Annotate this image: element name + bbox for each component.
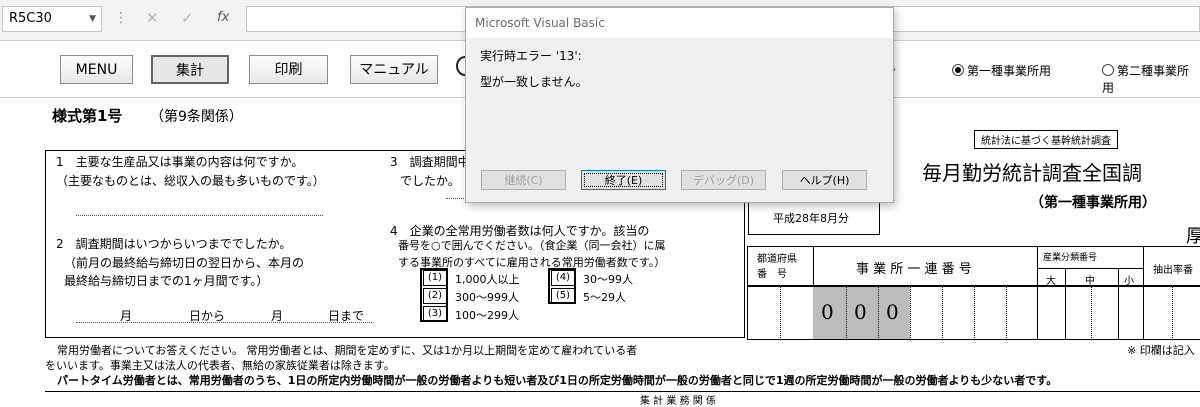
industry-large: 大 (1046, 276, 1056, 287)
form-subtitle: （第9条関係） (150, 109, 243, 125)
def-line3: パートタイム労働者とは、常用労働者のうち、1日の所定内労働時間が一般の労働者より… (57, 374, 1058, 387)
serial-digit[interactable]: 0 (854, 300, 867, 324)
right-partial-text: 厚 (1186, 226, 1200, 247)
extract-header: 抽出率番 (1153, 265, 1193, 276)
table-col-line (1143, 246, 1144, 340)
dialog-title: Microsoft Visual Basic (475, 16, 605, 30)
q4-option-num[interactable]: (4) (551, 270, 575, 286)
q4-option-label: 1,000人以上 (455, 273, 520, 286)
q1-answer-line[interactable] (76, 215, 323, 216)
main-title: 毎月勤労統計調査全国調 (922, 161, 1142, 185)
def-line2: をいいます。事業主又は法人の代表者、無給の家族従業者は除きます。 (45, 359, 395, 372)
q2-line1: 2 調査期間はいつからいつまででしたか。 (56, 237, 292, 251)
menu-button[interactable]: MENU (60, 55, 133, 84)
cell-line (974, 286, 975, 340)
error-dialog: Microsoft Visual Basic 実行時エラー '13': 型が一致… (465, 7, 894, 203)
industry-header: 産業分類番号 (1043, 253, 1098, 263)
end-button[interactable]: 終了(E) (581, 170, 666, 190)
form-title: 様式第1号 (52, 107, 123, 125)
manual-button[interactable]: マニュアル (350, 55, 438, 84)
cell-line (1006, 286, 1007, 340)
continue-button[interactable]: 継続(C) (481, 170, 566, 190)
cancel-icon[interactable]: ✕ (146, 9, 159, 27)
table-col-line (1037, 246, 1038, 340)
error-line1: 実行時エラー '13': (480, 49, 582, 63)
table-row-line (1037, 268, 1143, 269)
cell-line (1091, 286, 1092, 340)
q4-option-label: 300～999人 (455, 291, 519, 304)
def-line1: 常用労働者についてお答えください。 常用労働者とは、期間を定めずに、又は1か月以… (57, 344, 638, 357)
q4-option-num[interactable]: (2) (423, 288, 447, 304)
radio-type1[interactable]: 第一種事業所用 (952, 62, 1051, 79)
name-box[interactable]: R5C30 ▼ (2, 6, 102, 32)
serial-header: 事 業 所 一 連 番 号 (856, 262, 972, 277)
q2-answer-line[interactable] (76, 322, 372, 323)
q1-line1: 1 主要な生産品又は事業の内容は何ですか。 (56, 155, 304, 169)
q4-line2: 番号を○で囲んでください。（食企業（同一会社）に属 (398, 239, 666, 252)
table-col-line (1065, 268, 1066, 340)
q4-option-num[interactable]: (1) (423, 270, 447, 286)
serial-digit[interactable]: 0 (821, 300, 834, 324)
q3-line2: でしたか。 (400, 174, 460, 188)
radio-type2[interactable]: 第二種事業所用 (1102, 62, 1200, 96)
q3-answer-line[interactable] (446, 198, 466, 199)
cell-line (780, 286, 781, 340)
print-button[interactable]: 印刷 (249, 55, 328, 84)
grip-icon[interactable]: ⋮ (114, 10, 128, 26)
pref-header: 都道府県 (757, 254, 797, 265)
note-text: ※ 印欄は記入 (1127, 344, 1195, 357)
statute-label: 統計法に基づく基幹統計調査 (974, 130, 1118, 149)
q4-option-label: 100～299人 (455, 309, 519, 322)
q2-line2: （前月の最終給与締切日の翌日から、本月の (64, 256, 305, 270)
q4-option-num[interactable]: (5) (551, 288, 575, 304)
name-box-value: R5C30 (9, 11, 52, 26)
q4-option-label: 5～29人 (583, 291, 626, 304)
radio-selected-icon (952, 64, 964, 76)
dialog-title-bar[interactable]: Microsoft Visual Basic (466, 8, 893, 38)
chevron-down-icon[interactable]: ▼ (89, 7, 96, 31)
bottom-table (45, 391, 1200, 392)
radio-empty-icon (1102, 64, 1114, 76)
category-label: （第一種事業所用） (1030, 195, 1156, 211)
debug-button[interactable]: デバッグ(D) (681, 170, 766, 190)
serial-digit[interactable]: 0 (886, 300, 899, 324)
cell-line (878, 286, 879, 340)
enter-icon[interactable]: ✓ (181, 9, 194, 27)
cell-line (910, 286, 911, 340)
cell-line (1172, 286, 1173, 340)
q2-line3: 最終給与締切日までの1ヶ月間です。） (64, 274, 269, 288)
q4-option-label: 30～99人 (583, 273, 633, 286)
error-line2: 型が一致しません。 (480, 75, 588, 89)
cell-line (846, 286, 847, 340)
table-col-line (1118, 268, 1119, 340)
q1-line2: （主要なものとは、総収入の最も多いものです。） (56, 174, 325, 188)
help-button[interactable]: ヘルプ(H) (782, 170, 867, 190)
industry-small: 小 (1124, 276, 1134, 287)
total-button[interactable]: 集計 (151, 55, 229, 84)
period-text: 平成28年8月分 (773, 212, 849, 225)
industry-mid: 中 (1085, 276, 1095, 287)
cell-line (942, 286, 943, 340)
q3-line1: 3 調査期間中 (390, 155, 470, 169)
q4-option-num[interactable]: (3) (423, 306, 447, 322)
insert-function-icon[interactable]: fx (217, 10, 229, 25)
pref-header-2: 番 号 (757, 269, 787, 280)
